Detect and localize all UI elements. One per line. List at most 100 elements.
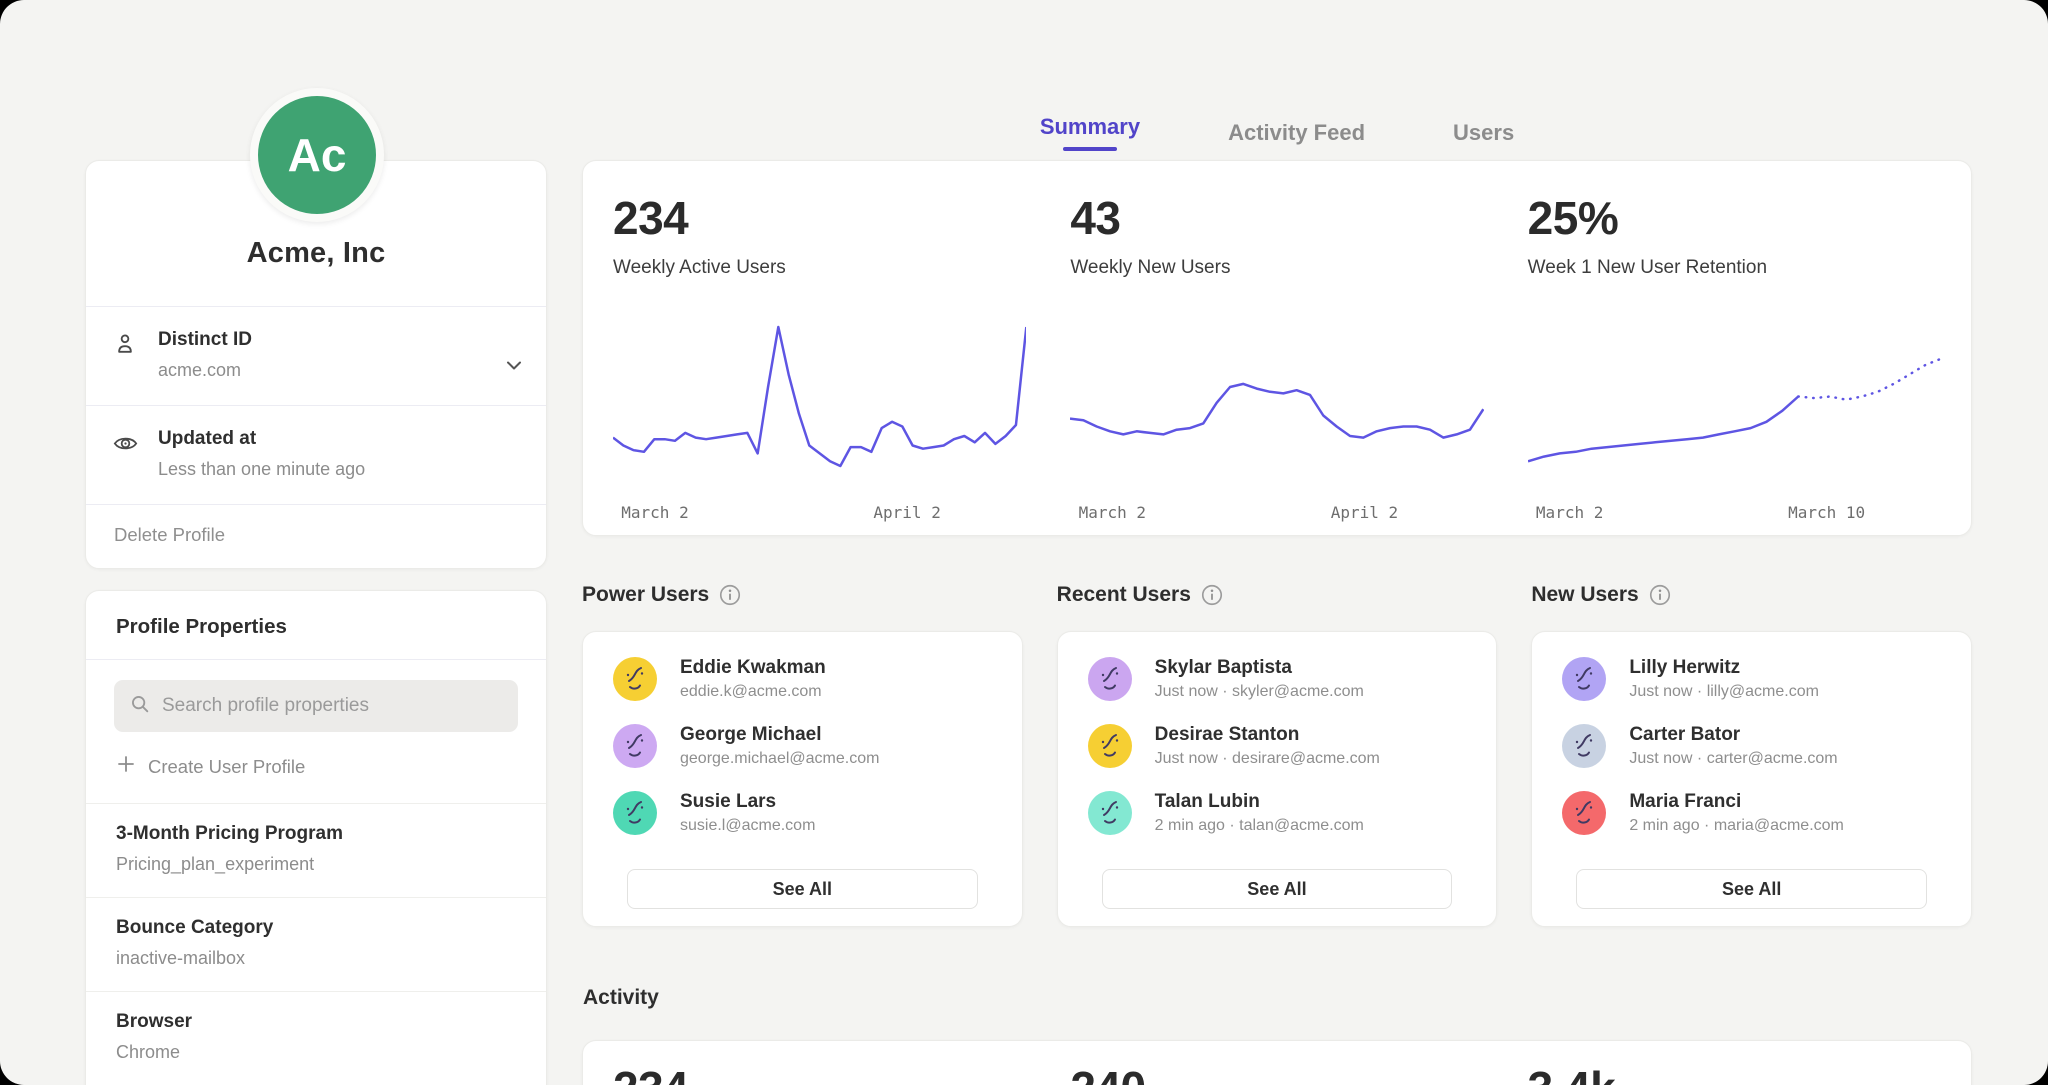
list-item[interactable]: George Michael george.michael@acme.com <box>613 724 992 768</box>
property-label: Browser <box>116 1011 516 1033</box>
x-axis: March 2 March 10 <box>1528 503 1941 529</box>
user-avatar <box>1088 657 1132 701</box>
user-sub: george.michael@acme.com <box>680 750 879 768</box>
power-users-section: Power Users Eddie Kwakman eddie.k@acme.c… <box>582 583 1023 927</box>
profile-properties-search[interactable] <box>114 680 518 732</box>
distinct-id-row: Distinct ID acme.com <box>86 307 546 405</box>
stat-label: Weekly New Users <box>1070 257 1483 279</box>
see-all-button[interactable]: See All <box>627 869 978 909</box>
new-users-card: Lilly Herwitz Just now · lilly@acme.com … <box>1531 631 1972 927</box>
property-label: 3-Month Pricing Program <box>116 823 516 845</box>
user-sub: susie.l@acme.com <box>680 817 815 835</box>
delete-profile-button[interactable]: Delete Profile <box>86 505 546 568</box>
list-header: Recent Users <box>1057 583 1498 607</box>
user-name: Talan Lubin <box>1155 791 1364 813</box>
user-name: Maria Franci <box>1629 791 1844 813</box>
user-name: Lilly Herwitz <box>1629 657 1819 679</box>
activity-card: 234 240 3.4k <box>582 1040 1972 1085</box>
x-tick: March 2 <box>1536 503 1603 522</box>
chevron-down-icon[interactable] <box>502 353 526 380</box>
user-name: George Michael <box>680 724 879 746</box>
updated-at-row: Updated at Less than one minute ago <box>86 406 546 504</box>
tab-summary[interactable]: Summary <box>1038 110 1142 151</box>
eye-icon <box>112 428 142 480</box>
stat-value: 25% <box>1528 191 1941 245</box>
x-tick: March 10 <box>1788 503 1865 522</box>
list-item[interactable]: Eddie Kwakman eddie.k@acme.com <box>613 657 992 701</box>
search-profile-properties-input[interactable] <box>162 695 503 717</box>
profile-properties-card: Profile Properties Create User Profile 3… <box>85 590 547 1085</box>
see-all-button[interactable]: See All <box>1576 869 1927 909</box>
stat-label: Week 1 New User Retention <box>1528 257 1941 279</box>
stat-value: 43 <box>1070 191 1483 245</box>
field-value: acme.com <box>158 360 252 381</box>
list-item[interactable]: Susie Lars susie.l@acme.com <box>613 791 992 835</box>
activity-stat-value: 3.4k <box>1528 1061 1941 1085</box>
property-row[interactable]: Bounce Category inactive-mailbox <box>86 897 546 991</box>
summary-stats-card: 234 Weekly Active Users March 2 April 2 … <box>582 160 1972 536</box>
new-users-section: New Users Lilly Herwitz Just now · lilly… <box>1531 583 1972 927</box>
list-header: Power Users <box>582 583 1023 607</box>
user-sub: 2 min ago · talan@acme.com <box>1155 817 1364 835</box>
info-icon[interactable] <box>1201 584 1223 606</box>
list-item[interactable]: Desirae Stanton Just now · desirare@acme… <box>1088 724 1467 768</box>
weekly-active-users-chart <box>613 321 1026 491</box>
activity-title: Activity <box>583 986 659 1010</box>
user-avatar <box>613 657 657 701</box>
user-name: Eddie Kwakman <box>680 657 826 679</box>
field-label: Updated at <box>158 428 365 450</box>
user-sub: 2 min ago · maria@acme.com <box>1629 817 1844 835</box>
list-item[interactable]: Carter Bator Just now · carter@acme.com <box>1562 724 1941 768</box>
stat-weekly-active-users: 234 Weekly Active Users March 2 April 2 <box>613 191 1026 535</box>
user-avatar <box>1562 791 1606 835</box>
tab-activity-feed[interactable]: Activity Feed <box>1226 110 1367 151</box>
user-sub: eddie.k@acme.com <box>680 683 826 701</box>
property-row[interactable]: 3-Month Pricing Program Pricing_plan_exp… <box>86 803 546 897</box>
user-avatar <box>1088 724 1132 768</box>
list-item[interactable]: Maria Franci 2 min ago · maria@acme.com <box>1562 791 1941 835</box>
user-avatar <box>1088 791 1132 835</box>
list-header: New Users <box>1531 583 1972 607</box>
create-user-profile-button[interactable]: Create User Profile <box>116 754 305 779</box>
list-title: New Users <box>1531 583 1638 607</box>
x-tick: April 2 <box>873 503 940 522</box>
app-window: Ac Acme, Inc Distinct ID acme.com <box>0 0 2048 1085</box>
week1-retention-chart <box>1528 321 1941 491</box>
stat-week1-retention: 25% Week 1 New User Retention March 2 Ma… <box>1528 191 1941 535</box>
user-name: Skylar Baptista <box>1155 657 1364 679</box>
stat-value: 234 <box>613 191 1026 245</box>
property-value: Chrome <box>116 1042 516 1063</box>
field-label: Distinct ID <box>158 329 252 351</box>
list-item[interactable]: Talan Lubin 2 min ago · talan@acme.com <box>1088 791 1467 835</box>
info-icon[interactable] <box>1649 584 1671 606</box>
field-value: Less than one minute ago <box>158 459 365 480</box>
search-icon <box>129 693 151 720</box>
list-item[interactable]: Skylar Baptista Just now · skyler@acme.c… <box>1088 657 1467 701</box>
divider <box>86 659 546 660</box>
user-name: Carter Bator <box>1629 724 1837 746</box>
user-avatar <box>1562 724 1606 768</box>
property-value: Pricing_plan_experiment <box>116 854 516 875</box>
user-avatar <box>613 724 657 768</box>
user-sub: Just now · desirare@acme.com <box>1155 750 1380 768</box>
info-icon[interactable] <box>719 584 741 606</box>
list-item[interactable]: Lilly Herwitz Just now · lilly@acme.com <box>1562 657 1941 701</box>
create-user-profile-label: Create User Profile <box>148 756 305 778</box>
list-title: Power Users <box>582 583 709 607</box>
user-lists: Power Users Eddie Kwakman eddie.k@acme.c… <box>582 583 1972 927</box>
company-avatar: Ac <box>250 88 384 222</box>
x-tick: March 2 <box>1079 503 1146 522</box>
x-tick: April 2 <box>1331 503 1398 522</box>
property-row[interactable]: Browser Chrome <box>86 991 546 1085</box>
tab-users[interactable]: Users <box>1451 110 1516 151</box>
x-axis: March 2 April 2 <box>1070 503 1483 529</box>
see-all-button[interactable]: See All <box>1102 869 1453 909</box>
user-sub: Just now · carter@acme.com <box>1629 750 1837 768</box>
user-avatar <box>613 791 657 835</box>
user-sub: Just now · lilly@acme.com <box>1629 683 1819 701</box>
stat-label: Weekly Active Users <box>613 257 1026 279</box>
x-axis: March 2 April 2 <box>613 503 1026 529</box>
user-name: Susie Lars <box>680 791 815 813</box>
recent-users-section: Recent Users Skylar Baptista Just now · … <box>1057 583 1498 927</box>
activity-stat-value: 234 <box>613 1061 1026 1085</box>
